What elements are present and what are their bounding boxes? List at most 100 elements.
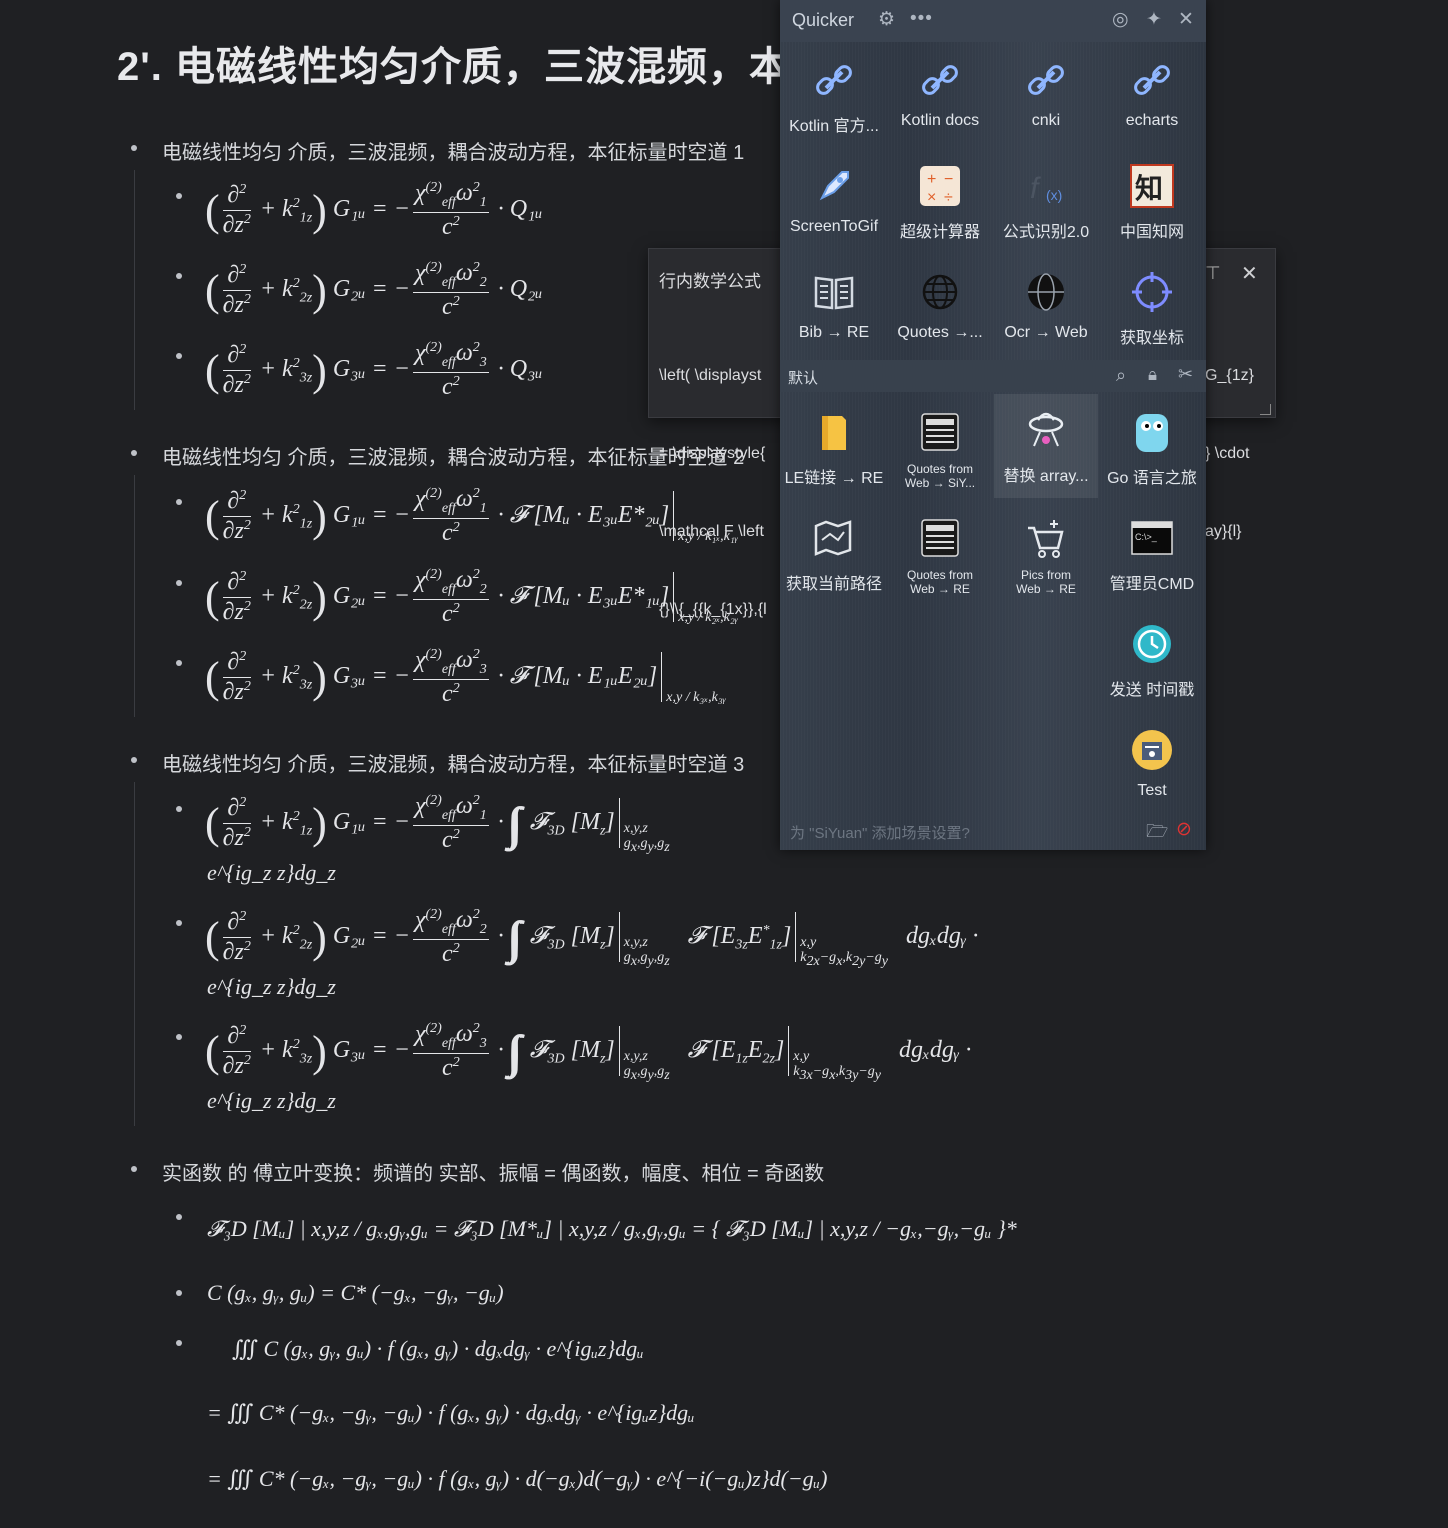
link-icon bbox=[1028, 65, 1064, 95]
more-icon[interactable]: ••• bbox=[910, 8, 933, 30]
equation-lhs: G₁ᵤ bbox=[332, 808, 366, 835]
equation[interactable]: (∂2∂z2 + k23z) G₃ᵤ = −χ(2)effω23c2 · ∫∫∫… bbox=[205, 1021, 971, 1083]
equation-lhs: G₁ᵤ bbox=[332, 195, 366, 222]
editor: 2'. 电磁线性均匀介质，三波混频，本 电磁线性均匀 介质，三波混频，耦合波动方… bbox=[0, 0, 1448, 1528]
globe-dark-icon bbox=[1028, 273, 1064, 311]
equation-continuation: e^{ig_z z}dg_z bbox=[207, 860, 336, 885]
user-icon[interactable]: ◎ bbox=[1112, 8, 1129, 31]
cnki-logo-icon: 知 bbox=[1130, 164, 1174, 208]
equation[interactable]: (∂2 ∂z2 + k22z) G₂ᵤ = − χ(2)effω22 c2 · Q₂ᵤ bbox=[205, 260, 543, 321]
quicker-header: Quicker ⚙ ••• ◎ ✦ ✕ bbox=[780, 0, 1206, 42]
svg-text:知: 知 bbox=[1135, 172, 1163, 204]
svg-text:×: × bbox=[927, 189, 936, 206]
equation[interactable]: (∂2∂z2 + k22z) G₂ᵤ = −χ(2)effω22c2 · ∫∫∫… bbox=[205, 907, 978, 969]
pin-icon[interactable]: ⊤ bbox=[1205, 263, 1221, 284]
section-heading[interactable]: 电磁线性均匀 介质，三波混频，耦合波动方程，本征标量时空道 1 bbox=[162, 136, 744, 165]
quicker-action[interactable]: Quotes from Web → SiY... bbox=[888, 396, 992, 500]
lock-icon[interactable]: 🔒︎ bbox=[1148, 365, 1157, 385]
bullet-icon bbox=[176, 920, 182, 926]
equation-rhs: · 𝓕 [Mᵤ · E₃ᵤE*₁ᵤ] bbox=[497, 582, 670, 609]
quicker-action[interactable]: Quotes from Web → RE bbox=[888, 502, 992, 606]
quicker-action[interactable]: Bib → RE bbox=[782, 256, 886, 360]
action-label: Pics from Web → RE bbox=[1016, 568, 1076, 596]
bullet-icon bbox=[176, 806, 182, 812]
equation[interactable]: ∭ C (gₓ, gᵧ, gᵤ) · f (gₓ, gᵧ) · dgₓdgᵧ ·… bbox=[232, 1336, 644, 1362]
equation-continuation: = ∭ C* (−gₓ, −gᵧ, −gᵤ) · f (gₓ, gᵧ) · d(… bbox=[207, 1466, 828, 1491]
latex-code-editor[interactable]: \left( \displayst = \displaystyle{ \math… bbox=[659, 311, 767, 675]
equation-continuation: e^{ig_z z}dg_z bbox=[207, 974, 336, 999]
bullet-icon bbox=[176, 660, 182, 666]
eval-limits: x,y / k₃ₓ,k₃ᵧ bbox=[666, 689, 726, 705]
scene-bar: 默认 ⌕ 🔒︎ ✂ bbox=[780, 360, 1206, 392]
code-line: \left( \displayst bbox=[659, 367, 762, 384]
action-label: echarts bbox=[1125, 112, 1179, 129]
quicker-action[interactable]: Kotlin docs bbox=[888, 44, 992, 148]
equation-rhs: · Q₁ᵤ bbox=[497, 195, 543, 222]
quicker-action[interactable]: LE链接 → RE bbox=[782, 396, 886, 500]
section-heading[interactable]: 电磁线性均匀 介质，三波混频，耦合波动方程，本征标量时空道 2 bbox=[162, 441, 744, 470]
action-label: LE链接 → RE bbox=[784, 470, 884, 487]
link-icon bbox=[1134, 65, 1170, 95]
scene-hint[interactable]: 为 "SiYuan" 添加场景设置? bbox=[790, 822, 970, 843]
news-icon bbox=[921, 519, 959, 557]
quicker-action[interactable]: echarts bbox=[1100, 44, 1204, 148]
quicker-action[interactable]: Ocr → Web bbox=[994, 256, 1098, 360]
bullet-icon bbox=[131, 450, 137, 456]
close-icon[interactable]: ✕ bbox=[1178, 8, 1194, 31]
quicker-action[interactable]: 发送 时间戳 bbox=[1100, 608, 1204, 712]
equation[interactable]: (∂2 ∂z2 + k23z) G₃ᵤ = − χ(2)effω23 c2 · 𝓕 [… bbox=[205, 647, 726, 708]
quicker-panel[interactable]: Quicker ⚙ ••• ◎ ✦ ✕ Kotlin 官方... Kotlin … bbox=[780, 0, 1206, 850]
equation[interactable]: (∂2 ∂z2 + k23z) G₃ᵤ = − χ(2)effω23 c2 · Q₃ᵤ bbox=[205, 340, 543, 401]
quicker-action[interactable]: 替换 array... bbox=[994, 394, 1098, 498]
equation[interactable]: (∂2∂z2 + k21z) G₁ᵤ = −χ(2)effω21c2 · ∫∫∫… bbox=[205, 793, 670, 855]
quicker-action[interactable]: Quotes →... bbox=[888, 256, 992, 360]
equation[interactable]: (∂2 ∂z2 + k21z) G₁ᵤ = − χ(2)effω21 c2 · Q₁ᵤ bbox=[205, 180, 543, 241]
crosshair-icon bbox=[1132, 272, 1172, 312]
action-label: 发送 时间戳 bbox=[1109, 682, 1195, 699]
search-icon[interactable]: ⌕ bbox=[1116, 365, 1126, 386]
action-label: 替换 array... bbox=[1003, 468, 1089, 485]
quicker-action[interactable]: Go 语言之旅 bbox=[1100, 396, 1204, 500]
latex-code-editor-right[interactable]: G_{1z} } \cdot ay}{l} bbox=[1205, 311, 1254, 597]
folder-open-icon[interactable]: 🗁︎ bbox=[1146, 819, 1168, 849]
equation[interactable]: C (gₓ, gᵧ, gᵤ) = C* (−gₓ, −gᵧ, −gᵤ) bbox=[207, 1280, 504, 1306]
quicker-action[interactable]: Pics from Web → RE bbox=[994, 502, 1098, 606]
quicker-action[interactable]: 获取当前路径 bbox=[782, 502, 886, 606]
tools-icon[interactable]: ✂ bbox=[1178, 364, 1193, 385]
equation-rhs: · 𝓕 [Mᵤ · E₃ᵤE*₂ᵤ] bbox=[497, 501, 670, 528]
quicker-action[interactable]: C:\>_ 管理员CMD bbox=[1100, 502, 1204, 606]
ufo-icon bbox=[1028, 412, 1064, 447]
folder-icon bbox=[822, 416, 846, 450]
action-label: Go 语言之旅 bbox=[1107, 470, 1197, 487]
link-icon bbox=[816, 65, 852, 95]
section-heading[interactable]: 实函数 的 傅立叶变换：频谱的 实部、振幅 = 偶函数，幅度、相位 = 奇函数 bbox=[162, 1157, 824, 1186]
book-icon bbox=[814, 276, 854, 310]
bullet-icon bbox=[176, 580, 182, 586]
quicker-action[interactable]: 获取坐标 bbox=[1100, 256, 1204, 360]
action-label: Kotlin docs bbox=[900, 112, 980, 129]
action-label: 超级计算器 bbox=[899, 224, 980, 241]
quicker-action[interactable]: Kotlin 官方... bbox=[782, 44, 886, 148]
action-label: cnki bbox=[1031, 112, 1061, 129]
quicker-action[interactable]: Test bbox=[1100, 714, 1204, 818]
pin-icon[interactable]: ✦ bbox=[1146, 8, 1162, 31]
quicker-action[interactable]: 知 中国知网 bbox=[1100, 150, 1204, 254]
formula-icon: f (x) bbox=[1030, 172, 1062, 205]
section-heading[interactable]: 电磁线性均匀 介质，三波混频，耦合波动方程，本征标量时空道 3 bbox=[162, 748, 744, 777]
disable-icon[interactable]: ⊘ bbox=[1176, 818, 1192, 841]
quicker-action[interactable]: ScreenToGif bbox=[782, 150, 886, 254]
resize-handle[interactable] bbox=[1260, 404, 1271, 415]
map-icon bbox=[814, 520, 852, 556]
gear-icon[interactable]: ⚙ bbox=[878, 8, 895, 31]
close-icon[interactable]: ✕ bbox=[1241, 261, 1258, 286]
equation[interactable]: 𝓕₃D [Mᵤ] | x,y,z / gₓ,gᵧ,gᵤ = 𝓕₃D [M*ᵤ] … bbox=[207, 1216, 1017, 1242]
code-line: } \cdot bbox=[1205, 445, 1250, 462]
equation-rhs: · 𝓕 [Mᵤ · E₁ᵤE₂ᵤ] bbox=[497, 662, 658, 689]
quicker-action[interactable]: cnki bbox=[994, 44, 1098, 148]
terminal-icon: C:\>_ bbox=[1131, 521, 1173, 555]
quicker-footer: 为 "SiYuan" 添加场景设置? 🗁︎ ⊘ bbox=[780, 812, 1206, 850]
quicker-action[interactable]: + − × ÷ 超级计算器 bbox=[888, 150, 992, 254]
quicker-action[interactable]: f (x) 公式识别2.0 bbox=[994, 150, 1098, 254]
popup-title: 行内数学公式 bbox=[659, 272, 761, 291]
badge-icon bbox=[1132, 730, 1172, 770]
